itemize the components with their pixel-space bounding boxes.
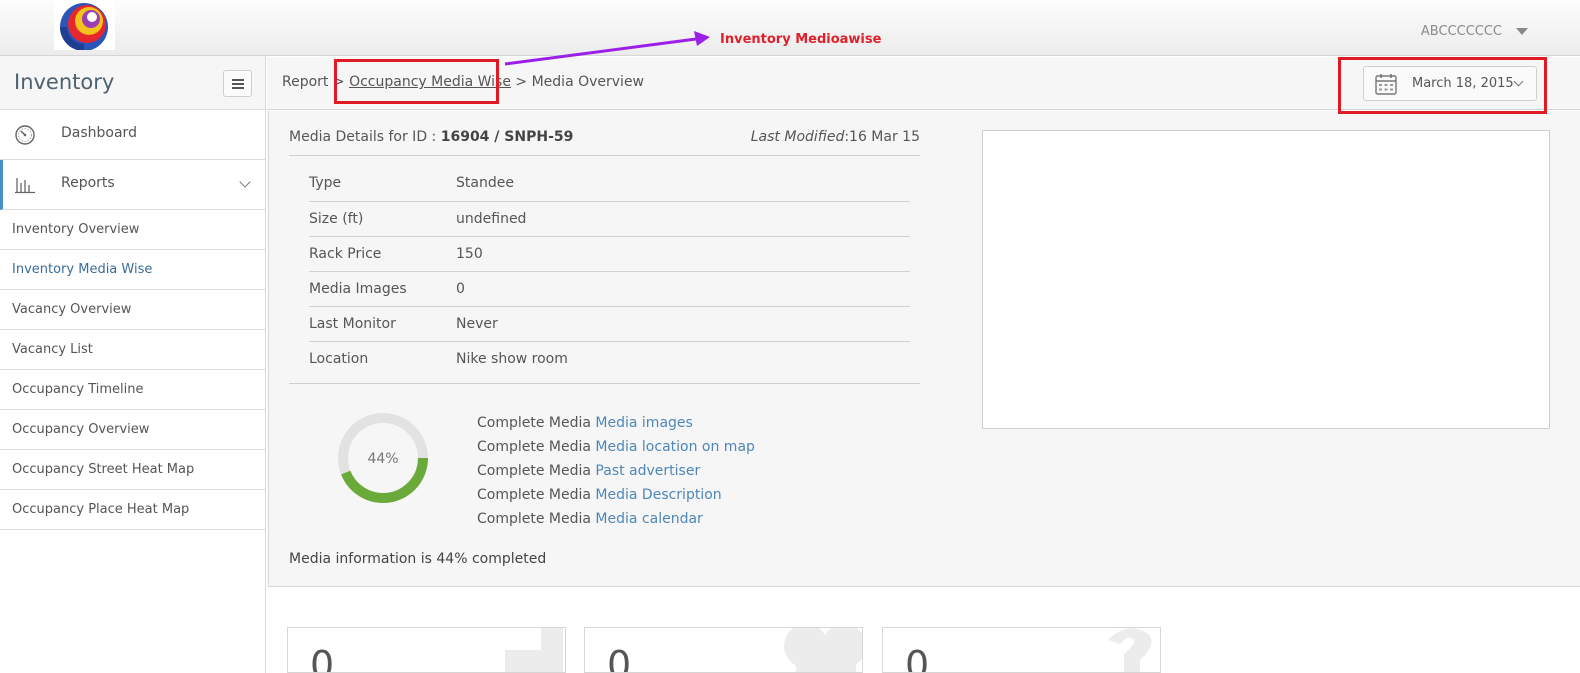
sidebar-item-label: Reports — [61, 175, 115, 191]
sidebar-item-occupancy-overview[interactable]: Occupancy Overview — [0, 410, 265, 450]
completion-todo-list: Complete Media Media images Complete Med… — [477, 411, 755, 531]
list-item: Complete Media Media calendar — [477, 507, 755, 531]
user-menu[interactable]: ABCCCCCCC — [1421, 24, 1528, 39]
table-row: Size (ft) undefined — [309, 201, 910, 237]
sidebar-item-occupancy-street-heat-map[interactable]: Occupancy Street Heat Map — [0, 450, 265, 490]
heart-icon — [784, 628, 862, 672]
todo-prefix: Complete Media — [477, 463, 591, 479]
list-item: Complete Media Media images — [477, 411, 755, 435]
table-row: Media Images 0 — [309, 271, 910, 307]
detail-key: Media Images — [309, 271, 456, 307]
breadcrumb-separator: > — [515, 74, 528, 90]
media-details-header: Media Details for ID : 16904 / SNPH-59 L… — [289, 129, 920, 156]
todo-prefix: Complete Media — [477, 439, 591, 455]
media-id: 16904 / SNPH-59 — [440, 129, 574, 145]
hamburger-icon-line — [232, 83, 244, 85]
todo-prefix: Complete Media — [477, 487, 591, 503]
list-item: Complete Media Past advertiser — [477, 459, 755, 483]
stat-card: 0 — [882, 627, 1161, 673]
stat-card: 0 — [584, 627, 863, 673]
list-item: Complete Media Media Description — [477, 483, 755, 507]
stat-value: 0 — [310, 643, 335, 673]
detail-key: Location — [309, 350, 369, 367]
todo-prefix: Complete Media — [477, 415, 591, 431]
todo-prefix: Complete Media — [477, 511, 591, 527]
todo-link-media-calendar[interactable]: Media calendar — [595, 511, 702, 527]
table-row: Location Nike show room — [309, 341, 910, 376]
sidebar-item-inventory-overview[interactable]: Inventory Overview — [0, 210, 265, 250]
completion-donut: 44% — [338, 413, 428, 503]
detail-key: Size (ft) — [309, 201, 456, 237]
annotation-highlight-breadcrumb — [334, 59, 499, 104]
detail-value: Nike show room — [456, 350, 568, 367]
sidebar-item-dashboard[interactable]: Dashboard — [0, 110, 265, 160]
table-row: Last Monitor Never — [309, 306, 910, 342]
list-item: Complete Media Media location on map — [477, 435, 755, 459]
top-bar: Inventory Medioawise ABCCCCCCC — [0, 0, 1580, 56]
speedometer-icon — [15, 125, 35, 145]
completion-summary: Media information is 44% completed — [289, 551, 547, 567]
sidebar-item-vacancy-overview[interactable]: Vacancy Overview — [0, 290, 265, 330]
stat-value: 0 — [905, 643, 930, 673]
sidebar-item-vacancy-list[interactable]: Vacancy List — [0, 330, 265, 370]
sidebar-item-occupancy-timeline[interactable]: Occupancy Timeline — [0, 370, 265, 410]
detail-value: Never — [456, 306, 910, 342]
last-modified: Last Modified:16 Mar 15 — [751, 129, 920, 145]
media-details-label: Media Details for ID : — [289, 129, 437, 145]
menu-toggle-button[interactable] — [223, 70, 252, 97]
stat-card: 0 — [287, 627, 566, 673]
sidebar-item-label: Dashboard — [61, 125, 137, 141]
detail-key: Rack Price — [309, 236, 456, 272]
sidebar-item-reports[interactable]: Reports — [0, 160, 265, 210]
hamburger-icon — [232, 79, 244, 81]
table-row: Type Standee — [309, 166, 910, 202]
detail-value: 0 — [456, 271, 910, 307]
sidebar-header: Inventory — [0, 56, 265, 110]
sidebar-item-inventory-media-wise[interactable]: Inventory Media Wise — [0, 250, 265, 290]
breadcrumb-current: Media Overview — [531, 74, 645, 90]
todo-link-media-description[interactable]: Media Description — [595, 487, 721, 503]
chevron-down-icon[interactable] — [239, 176, 251, 188]
sidebar: Inventory Dashboard Reports Inventory Ov… — [0, 56, 266, 673]
last-modified-value: :16 Mar 15 — [844, 129, 920, 145]
question-icon — [1108, 628, 1152, 672]
stat-value: 0 — [607, 643, 632, 673]
detail-value: 150 — [456, 236, 910, 272]
bar-chart-icon — [15, 178, 35, 194]
sidebar-item-occupancy-place-heat-map[interactable]: Occupancy Place Heat Map — [0, 490, 265, 530]
divider — [289, 383, 920, 384]
sidebar-title: Inventory — [14, 70, 115, 94]
media-overview-panel: Media Details for ID : 16904 / SNPH-59 L… — [268, 111, 1580, 587]
app-logo[interactable] — [54, 0, 115, 51]
caret-down-icon — [1516, 28, 1528, 35]
detail-value: undefined — [456, 201, 910, 237]
detail-value: Standee — [456, 166, 910, 202]
annotation-label: Inventory Medioawise — [720, 32, 882, 47]
breadcrumb-root[interactable]: Report — [282, 74, 328, 90]
last-modified-label: Last Modified — [750, 129, 845, 145]
media-details-table: Type Standee Size (ft) undefined Rack Pric… — [309, 166, 910, 376]
donut-percent-label: 44% — [367, 451, 398, 467]
table-row: Rack Price 150 — [309, 236, 910, 272]
todo-link-media-images[interactable]: Media images — [595, 415, 692, 431]
logo-swirl-icon — [60, 3, 108, 51]
hamburger-icon-line — [232, 87, 244, 89]
annotation-highlight-date-picker — [1338, 57, 1547, 114]
media-map-placeholder[interactable] — [982, 130, 1550, 429]
user-name: ABCCCCCCC — [1420, 24, 1502, 39]
todo-link-past-advertiser[interactable]: Past advertiser — [595, 463, 700, 479]
detail-key: Type — [309, 166, 456, 202]
detail-key: Last Monitor — [309, 306, 456, 342]
plus-icon — [505, 628, 563, 672]
todo-link-media-location[interactable]: Media location on map — [595, 439, 755, 455]
